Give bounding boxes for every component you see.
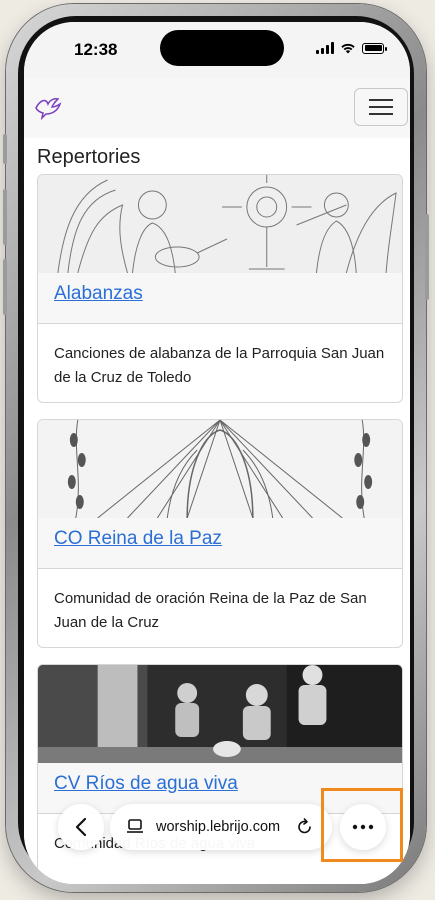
hamburger-icon[interactable]: [354, 88, 408, 126]
repertory-card: Alabanzas Canciones de alabanza de la Pa…: [37, 174, 403, 403]
status-bar: 12:38: [24, 22, 410, 78]
status-time: 12:38: [74, 40, 118, 59]
power-button: [425, 214, 429, 300]
dynamic-island: [160, 30, 284, 66]
card-description: Comunidad de oración Reina de la Paz de …: [54, 590, 367, 631]
page-settings-icon[interactable]: [126, 819, 144, 835]
battery-icon: [362, 42, 387, 54]
repertory-link-alabanzas[interactable]: Alabanzas: [54, 283, 143, 305]
children-waterfall-photo: [38, 665, 402, 763]
navbar: [24, 78, 410, 138]
repertory-link-cv-rios-de-agua-viva[interactable]: CV Ríos de agua viva: [54, 773, 238, 795]
status-icons: [316, 42, 387, 54]
signal-icon: [316, 42, 334, 54]
repertory-card: CO Reina de la Paz Comunidad de oración …: [37, 419, 403, 648]
highlight-annotation: [321, 788, 403, 862]
card-header: CO Reina de la Paz: [38, 518, 402, 569]
volume-down-button: [3, 259, 7, 315]
dove-icon[interactable]: [34, 94, 62, 120]
madonna-illustration: [38, 420, 402, 518]
card-header: Alabanzas: [38, 273, 402, 324]
back-button[interactable]: [58, 804, 104, 850]
url-text: worship.lebrijo.com: [156, 819, 281, 835]
angels-illustration: [38, 175, 402, 273]
repertory-link-co-reina-de-la-paz[interactable]: CO Reina de la Paz: [54, 528, 222, 550]
wifi-icon: [341, 43, 355, 54]
page-title: Repertories: [37, 146, 141, 168]
action-button: [3, 134, 7, 164]
card-description: Canciones de alabanza de la Parroquia Sa…: [54, 345, 385, 386]
chevron-left-icon: [75, 817, 87, 837]
page-content: Repertories Alabanzas Canciones de alaba…: [24, 138, 410, 884]
url-field[interactable]: worship.lebrijo.com: [110, 804, 332, 850]
volume-up-button: [3, 189, 7, 245]
screen: 12:38 Repertories Alabanzas Canciones de…: [24, 22, 410, 884]
reload-icon[interactable]: [296, 818, 314, 836]
